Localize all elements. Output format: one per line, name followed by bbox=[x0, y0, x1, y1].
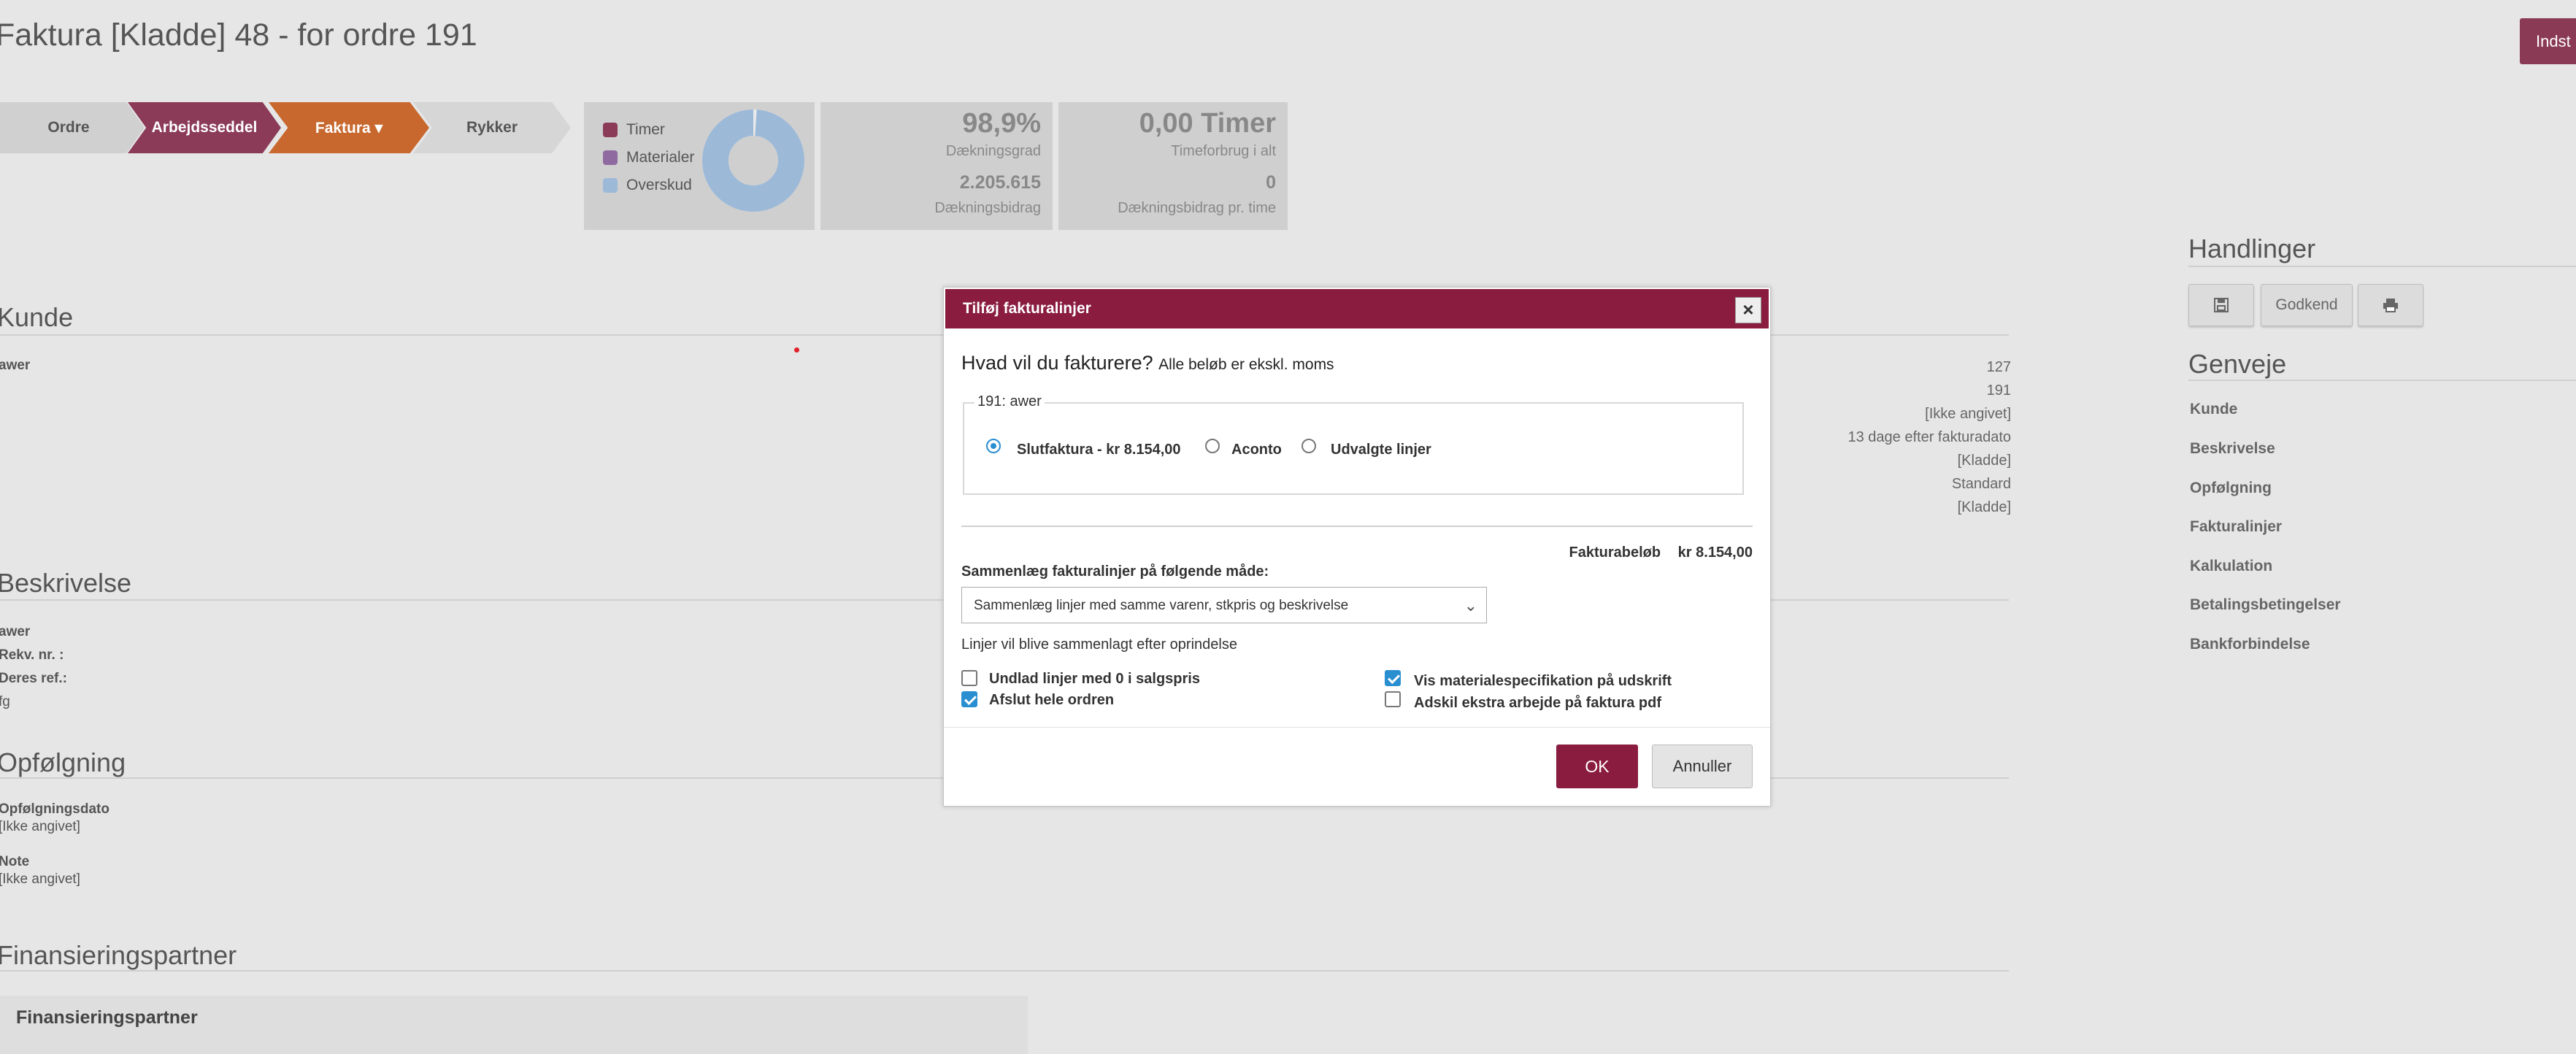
radio-aconto[interactable] bbox=[1205, 439, 1220, 453]
chevron-down-icon: ⌄ bbox=[1464, 596, 1477, 615]
dialog-divider bbox=[961, 526, 1753, 527]
invoice-amount: Fakturabeløb kr 8.154,00 bbox=[1569, 545, 1753, 561]
dialog-header: Tilføj fakturalinjer × bbox=[945, 289, 1769, 328]
checkbox-label-show-material-spec: Vis materialespecifikation på udskrift bbox=[1414, 673, 1672, 689]
dialog-footer-divider bbox=[944, 727, 1770, 728]
group-legend: 191: awer bbox=[974, 393, 1045, 410]
checkbox-close-order[interactable] bbox=[961, 691, 977, 707]
radio-label-aconto: Aconto bbox=[1231, 442, 1282, 458]
checkbox-label-close-order: Afslut hele ordren bbox=[989, 692, 1115, 708]
checkbox-label-skip-zero-price: Undlad linjer med 0 i salgspris bbox=[989, 671, 1200, 687]
checkbox-skip-zero-price[interactable] bbox=[961, 670, 977, 686]
merge-note: Linjer vil blive sammenlagt efter oprind… bbox=[961, 636, 1237, 653]
radio-udvalgte-linjer[interactable] bbox=[1302, 439, 1316, 453]
merge-select-value: Sammenlæg linjer med samme varenr, stkpr… bbox=[974, 598, 1349, 613]
checkbox-separate-extra-work[interactable] bbox=[1385, 691, 1401, 707]
merge-label: Sammenlæg fakturalinjer på følgende måde… bbox=[961, 563, 1269, 580]
dialog-question: Hvad vil du fakturere? Alle beløb er eks… bbox=[961, 352, 1334, 374]
amount-label: Fakturabeløb bbox=[1569, 545, 1661, 561]
radio-slutfaktura[interactable] bbox=[986, 439, 1001, 453]
cancel-button[interactable]: Annuller bbox=[1652, 745, 1753, 788]
question-note: Alle beløb er ekskl. moms bbox=[1158, 356, 1334, 373]
checkbox-show-material-spec[interactable] bbox=[1385, 670, 1401, 686]
close-icon[interactable]: × bbox=[1735, 297, 1761, 323]
add-invoice-lines-dialog: Tilføj fakturalinjer × Hvad vil du faktu… bbox=[943, 287, 1771, 807]
amount-value: kr 8.154,00 bbox=[1677, 545, 1753, 561]
ok-button[interactable]: OK bbox=[1556, 745, 1638, 788]
merge-select[interactable]: Sammenlæg linjer med samme varenr, stkpr… bbox=[961, 587, 1487, 623]
dialog-title: Tilføj fakturalinjer bbox=[963, 300, 1091, 317]
invoice-type-group: 191: awer Slutfaktura - kr 8.154,00 Acon… bbox=[963, 393, 1744, 495]
question-text: Hvad vil du fakturere? bbox=[961, 352, 1153, 374]
radio-label-udvalgte-linjer: Udvalgte linjer bbox=[1331, 442, 1431, 458]
checkbox-label-separate-extra-work: Adskil ekstra arbejde på faktura pdf bbox=[1414, 695, 1662, 711]
radio-label-slutfaktura: Slutfaktura - kr 8.154,00 bbox=[1017, 442, 1181, 458]
